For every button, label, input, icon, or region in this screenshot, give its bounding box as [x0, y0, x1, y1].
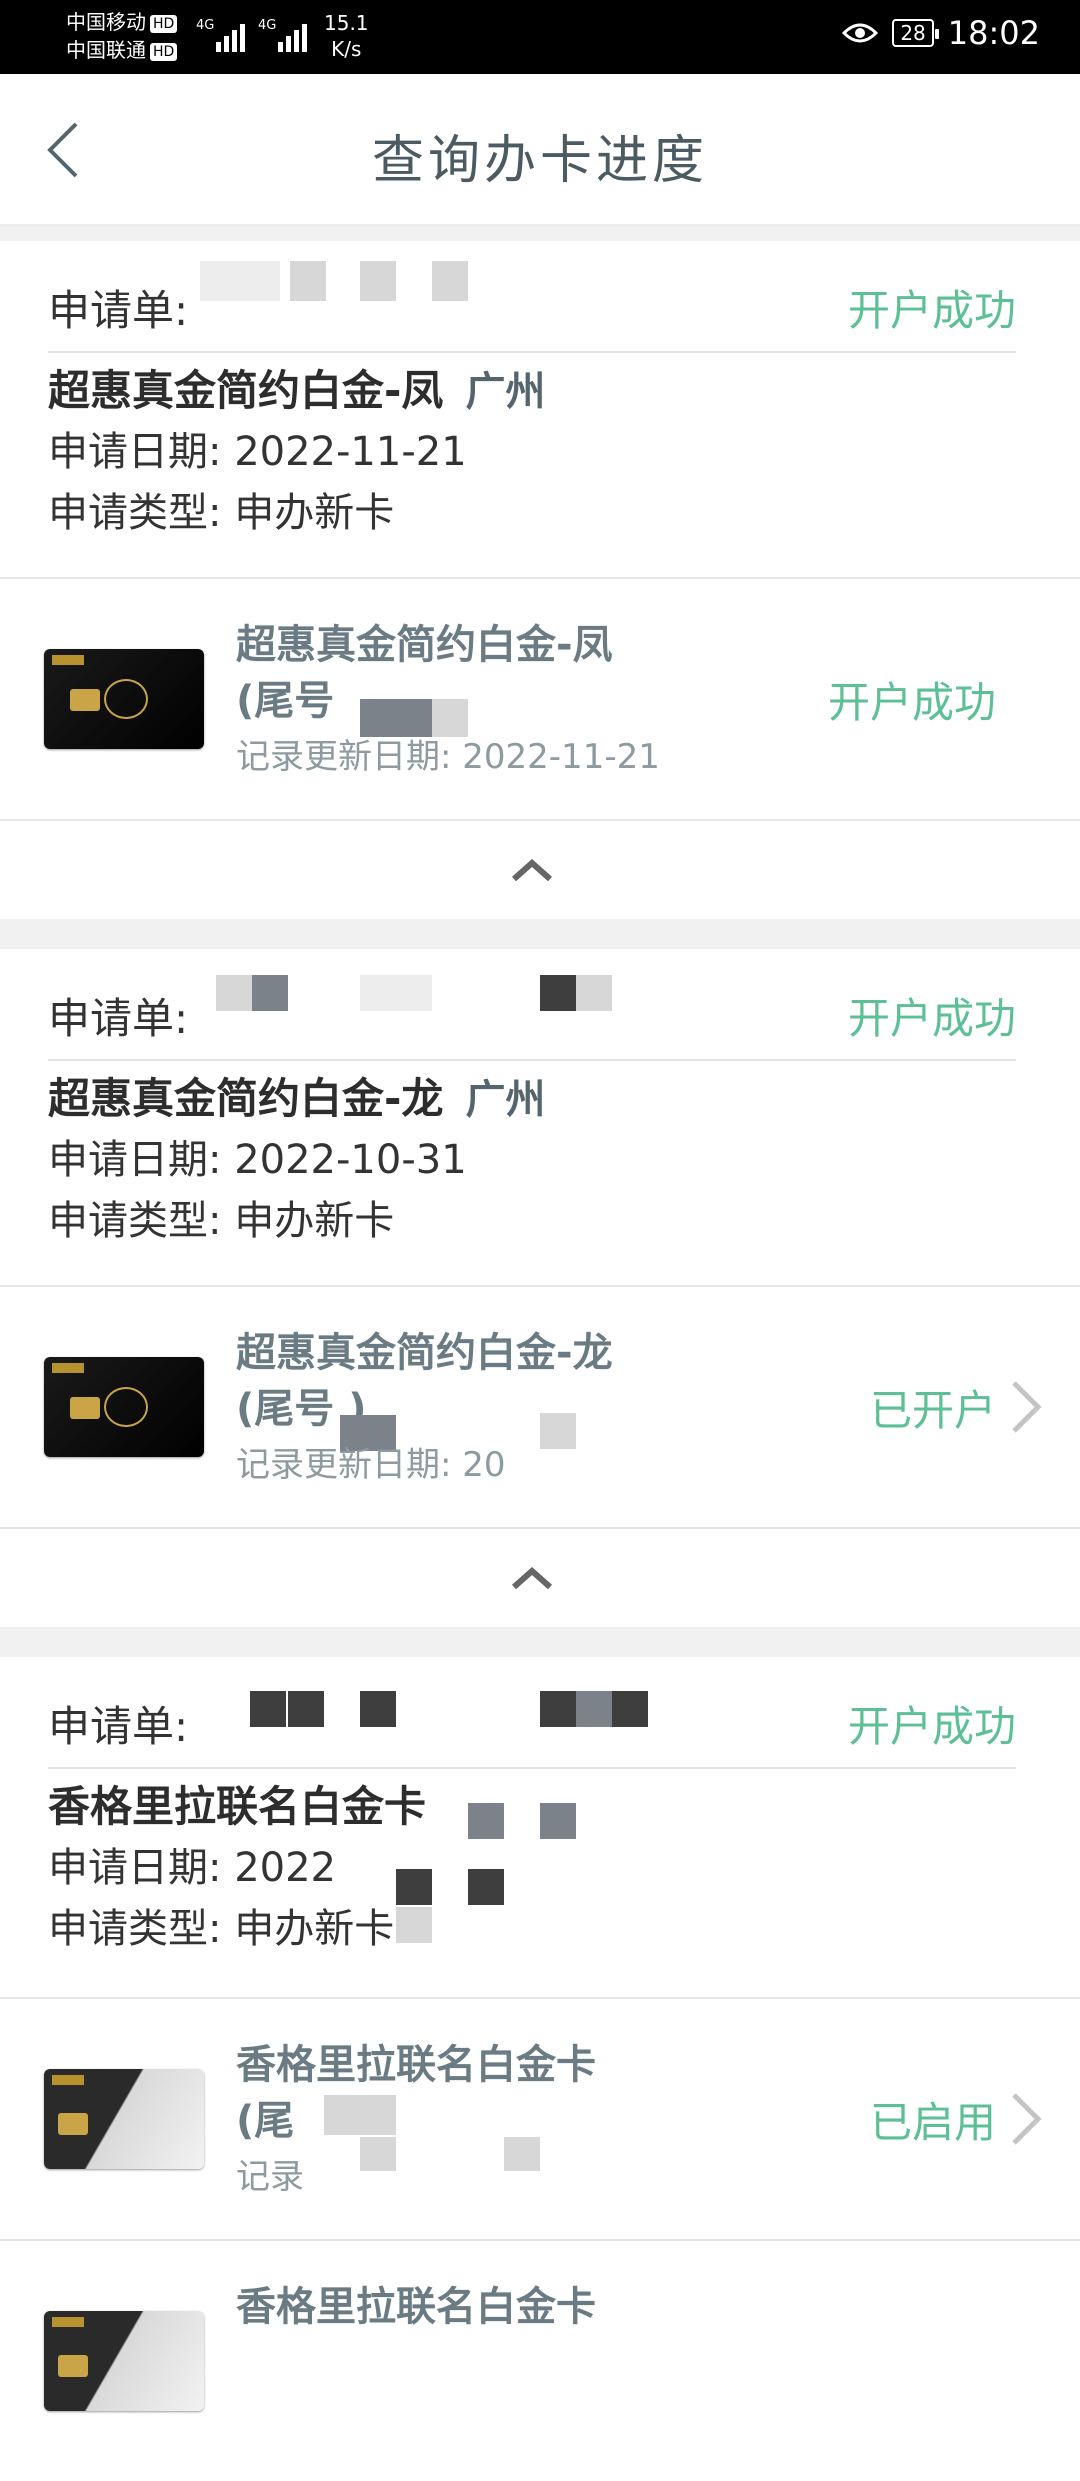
record-update-date: 记录更新日期: 20 — [236, 1445, 506, 1485]
record-update-date: 记录更新日期: 2022-11-21 — [236, 737, 660, 777]
card-product-name: 超惠真金简约白金-龙 — [48, 1074, 444, 1123]
application-group: 申请单: 开户成功 超惠真金简约白金-凤 广州 申请日期: 2022-11-21 … — [0, 241, 1080, 919]
application-info: 香格里拉联名白金卡 申请日期: 2022 申请类型: 申办新卡 — [48, 1777, 1028, 1960]
carrier-info: 中国移动 HD 中国联通 HD — [66, 8, 178, 64]
card-record-title: 香格里拉联名白金卡 — [236, 2284, 596, 2330]
application-id-row: 申请单: 开户成功 — [0, 949, 1080, 1061]
signal-icon — [216, 18, 245, 52]
collapse-toggle[interactable] — [0, 1531, 1080, 1623]
record-update-date: 记录 — [236, 2157, 304, 2197]
application-group: 申请单: 开户成功 超惠真金简约白金-龙 广州 申请日期: 2022-10-31 … — [0, 949, 1080, 1627]
application-date: 申请日期: 2022-10-31 — [48, 1137, 467, 1183]
carrier-1: 中国移动 — [66, 10, 146, 34]
card-product-name: 超惠真金简约白金-凤 — [48, 366, 444, 415]
application-info: 超惠真金简约白金-凤 广州 申请日期: 2022-11-21 申请类型: 申办新卡 — [48, 361, 1028, 544]
application-id-row: 申请单: 开户成功 — [0, 1657, 1080, 1769]
carrier-2: 中国联通 — [66, 38, 146, 62]
network-type-1: 4G — [196, 18, 215, 33]
section-gap — [0, 227, 1080, 241]
card-record-row[interactable]: 超惠真金简约白金-龙 (尾号 ) 记录更新日期: 20 已开户 — [0, 1287, 1080, 1527]
network-speed: 15.1 K/s — [324, 11, 369, 61]
page-header: 查询办卡进度 — [0, 74, 1080, 227]
card-status: 已开户 — [869, 1386, 996, 1435]
application-id-label: 申请单: — [48, 286, 189, 335]
card-record-row[interactable]: 香格里拉联名白金卡 — [0, 2241, 1080, 2481]
section-gap — [0, 919, 1080, 949]
caret-up-icon — [512, 858, 552, 882]
clock: 18:02 — [947, 14, 1040, 52]
network-type-2: 4G — [258, 18, 277, 33]
application-id-label: 申请单: — [48, 994, 189, 1043]
hd-badge: HD — [150, 14, 178, 33]
card-image — [44, 649, 204, 749]
battery-icon: 28 — [892, 19, 940, 47]
status-bar: 中国移动 HD 中国联通 HD 4G 4G 15.1 K/s 28 18:02 — [0, 0, 1080, 74]
card-status: 开户成功 — [827, 678, 996, 727]
card-image — [44, 2311, 204, 2411]
signal-icon — [278, 18, 307, 52]
application-id-row: 申请单: 开户成功 — [0, 241, 1080, 353]
application-info: 超惠真金简约白金-龙 广州 申请日期: 2022-10-31 申请类型: 申办新卡 — [48, 1069, 1028, 1252]
application-group: 申请单: 开户成功 香格里拉联名白金卡 申请日期: 2022 申请类型: 申办新… — [0, 1657, 1080, 2411]
card-record-row[interactable]: 超惠真金简约白金-凤 (尾号 记录更新日期: 2022-11-21 开户成功 — [0, 579, 1080, 819]
chevron-right-icon — [1012, 2093, 1042, 2145]
application-type: 申请类型: 申办新卡 — [48, 1906, 395, 1952]
card-image — [44, 1357, 204, 1457]
city: 广州 — [465, 1077, 546, 1123]
card-status: 已启用 — [869, 2098, 996, 2147]
application-type: 申请类型: 申办新卡 — [48, 490, 395, 536]
application-date: 申请日期: 2022-11-21 — [48, 429, 467, 475]
page-title: 查询办卡进度 — [371, 131, 708, 191]
application-id-label: 申请单: — [48, 1702, 189, 1751]
application-type: 申请类型: 申办新卡 — [48, 1198, 395, 1244]
collapse-toggle[interactable] — [0, 823, 1080, 915]
city: 广州 — [465, 369, 546, 415]
application-status: 开户成功 — [847, 1702, 1016, 1751]
hd-badge: HD — [150, 42, 178, 61]
card-image — [44, 2069, 204, 2169]
card-product-name: 香格里拉联名白金卡 — [48, 1782, 427, 1831]
eye-icon — [842, 23, 879, 43]
section-gap — [0, 1627, 1080, 1657]
caret-up-icon — [512, 1566, 552, 1590]
application-status: 开户成功 — [847, 286, 1016, 335]
application-status: 开户成功 — [847, 994, 1016, 1043]
divider — [48, 1059, 1016, 1061]
divider — [48, 1767, 1016, 1769]
chevron-right-icon — [1012, 1381, 1042, 1433]
card-record-title: 香格里拉联名白金卡 (尾 — [236, 2042, 596, 2144]
card-record-row[interactable]: 香格里拉联名白金卡 (尾 记录 已启用 — [0, 1999, 1080, 2239]
divider — [48, 351, 1016, 353]
application-date: 申请日期: 2022 — [48, 1845, 336, 1891]
